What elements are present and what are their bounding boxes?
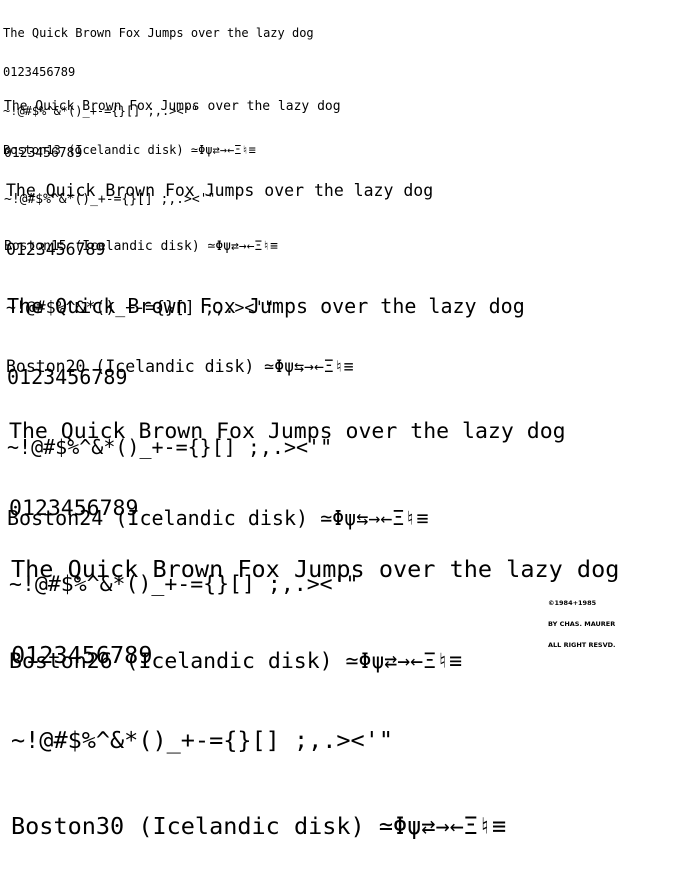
pangram-line: The Quick Brown Fox Jumps over the lazy … — [7, 294, 525, 318]
pangram-line: The Quick Brown Fox Jumps over the lazy … — [9, 419, 566, 444]
copyright-author: BY CHAS. MAURER — [548, 620, 616, 628]
pangram-line: The Quick Brown Fox Jumps over the lazy … — [4, 99, 341, 114]
copyright-notice: ©1984+1985 BY CHAS. MAURER ALL RIGHT RES… — [548, 586, 616, 656]
digits-line: 0123456789 — [11, 640, 153, 669]
pangram-line: The Quick Brown Fox Jumps over the lazy … — [11, 555, 620, 583]
pangram-line: The Quick Brown Fox Jumps over the lazy … — [3, 26, 314, 40]
font-name-line: Boston30 (Icelandic disk) ≃Φψ⇄→←Ξ♮≡ — [11, 811, 507, 840]
pangram-line: The Quick Brown Fox Jumps over the lazy … — [6, 181, 434, 200]
symbols-line: ~!@#$%^&*()_+-={}[] ;,.><'" — [11, 726, 394, 754]
copyright-years: ©1984+1985 — [548, 599, 597, 607]
copyright-rights: ALL RIGHT RESVD. — [548, 641, 616, 649]
font-specimen-boston30: The Quick Brown Fox Jumps over the lazy … — [11, 498, 619, 869]
